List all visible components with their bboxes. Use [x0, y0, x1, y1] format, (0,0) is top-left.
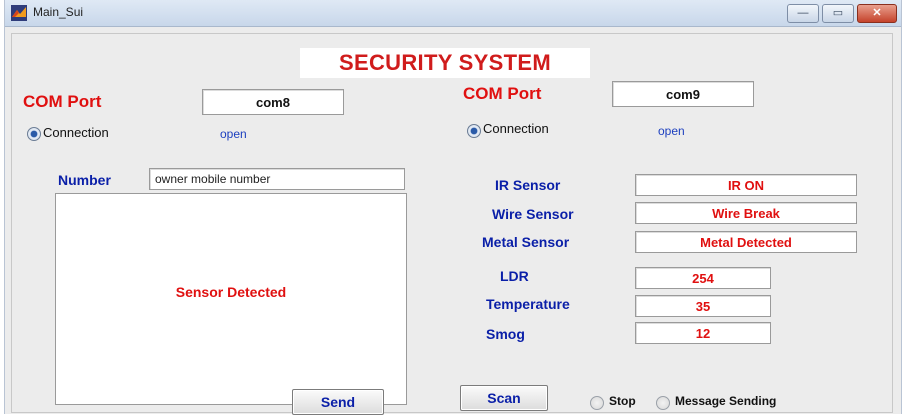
left-com-port-field[interactable]: com8 [202, 89, 344, 115]
right-connection-radio[interactable] [467, 124, 481, 138]
page-title: SECURITY SYSTEM [339, 50, 551, 75]
right-com-port-value: com9 [666, 86, 700, 102]
message-sending-label: Message Sending [675, 394, 777, 408]
ir-sensor-value: IR ON [727, 177, 765, 193]
send-button[interactable]: Send [292, 389, 384, 415]
ldr-label: LDR [500, 268, 529, 284]
metal-sensor-value: Metal Detected [700, 234, 792, 250]
header-banner: SECURITY SYSTEM [300, 48, 590, 78]
title-bar: Main_Sui — ▭ ✕ [5, 0, 901, 27]
right-connection-status: open [658, 124, 685, 138]
matlab-app-icon [11, 5, 27, 21]
wire-sensor-field[interactable]: Wire Break [635, 202, 857, 224]
temperature-field[interactable]: 35 [635, 295, 771, 317]
scan-button-label: Scan [487, 390, 521, 406]
number-value: owner mobile number [155, 172, 271, 186]
temperature-value: 35 [695, 298, 711, 314]
send-button-label: Send [320, 394, 356, 410]
wire-sensor-label: Wire Sensor [492, 206, 574, 222]
smog-field[interactable]: 12 [635, 322, 771, 344]
smog-value: 12 [695, 325, 711, 341]
message-sending-radio[interactable] [656, 396, 670, 410]
ir-sensor-field[interactable]: IR ON [635, 174, 857, 196]
window-title: Main_Sui [33, 5, 84, 19]
left-com-port-value: com8 [256, 94, 290, 110]
main-window: Main_Sui — ▭ ✕ SECURITY SYSTEM COM Port … [4, 0, 902, 415]
wire-sensor-value: Wire Break [712, 205, 780, 221]
temperature-label: Temperature [486, 296, 570, 312]
ir-sensor-label: IR Sensor [495, 177, 561, 193]
scan-button[interactable]: Scan [460, 385, 548, 411]
maximize-button[interactable]: ▭ [822, 4, 854, 23]
sensor-status-panel: Sensor Detected [55, 193, 407, 405]
right-com-port-field[interactable]: com9 [612, 81, 754, 107]
maximize-icon: ▭ [832, 7, 844, 19]
ldr-value: 254 [692, 270, 714, 286]
sensor-status-text: Sensor Detected [175, 284, 287, 300]
right-connection-label: Connection [483, 121, 549, 136]
minimize-button[interactable]: — [787, 4, 819, 23]
number-label: Number [58, 172, 111, 188]
metal-sensor-label: Metal Sensor [482, 234, 570, 250]
ldr-field[interactable]: 254 [635, 267, 771, 289]
right-com-port-label: COM Port [463, 84, 542, 103]
stop-radio[interactable] [590, 396, 604, 410]
metal-sensor-field[interactable]: Metal Detected [635, 231, 857, 253]
number-input[interactable]: owner mobile number [149, 168, 405, 190]
minimize-icon: — [797, 7, 809, 19]
stop-label: Stop [609, 394, 636, 408]
left-connection-label: Connection [43, 125, 109, 140]
close-icon: ✕ [872, 7, 882, 19]
left-connection-radio[interactable] [27, 127, 41, 141]
smog-label: Smog [486, 326, 525, 342]
left-connection-status: open [220, 127, 247, 141]
left-com-port-label: COM Port [23, 92, 102, 111]
close-button[interactable]: ✕ [857, 4, 897, 23]
